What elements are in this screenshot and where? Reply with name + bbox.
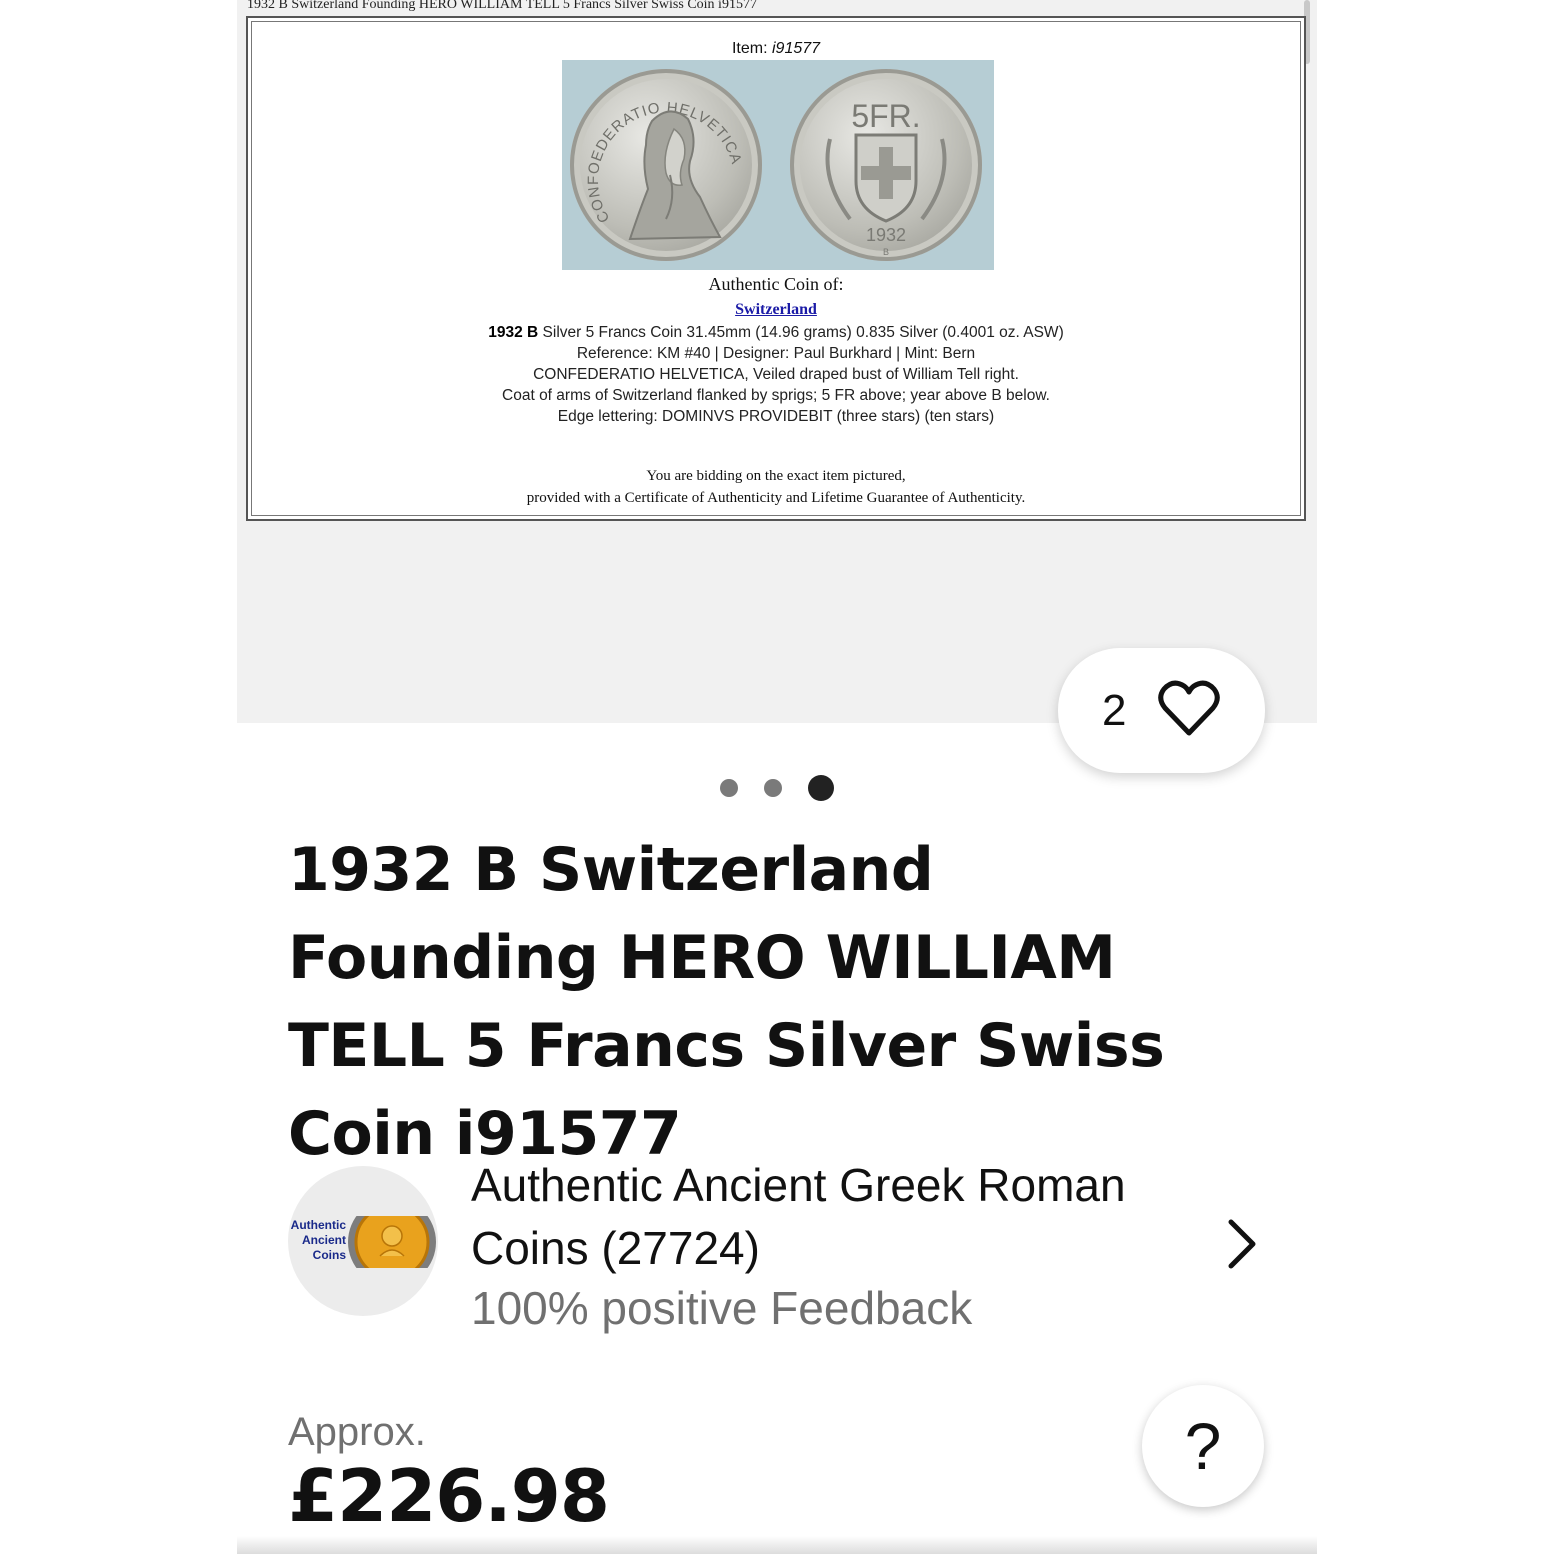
price-approx-label: Approx. (288, 1410, 426, 1454)
desc-year-mint: 1932 B (488, 324, 539, 341)
coin-obverse: CONFOEDERATIO HELVETICA (570, 69, 762, 261)
coin-reverse: 5FR. 1932 B (790, 69, 982, 261)
listing-screen: 1932 B Switzerland Founding HERO WILLIAM… (237, 0, 1317, 1554)
seller-name[interactable]: Authentic Ancient Greek Roman Coins (277… (471, 1154, 1191, 1280)
price-value: £226.98 (288, 1454, 610, 1538)
reverse-mintmark: B (883, 247, 889, 257)
desc-line-2: Reference: KM #40 | Designer: Paul Burkh… (576, 345, 976, 362)
authentic-coin-of: Authentic Coin of: (708, 274, 844, 294)
seller-feedback: 100% positive Feedback (471, 1282, 973, 1334)
coin-description: 1932 B Silver 5 Francs Coin 31.45mm (14.… (252, 322, 1300, 427)
gallery-doc-title: 1932 B Switzerland Founding HERO WILLIAM… (247, 0, 757, 12)
william-tell-bust-icon: CONFOEDERATIO HELVETICA (585, 99, 744, 241)
pagination-dot-3-active[interactable] (808, 775, 834, 801)
listing-title: 1932 B Switzerland Founding HERO WILLIAM… (288, 835, 1165, 1169)
bottom-bar-shadow (237, 1536, 1317, 1554)
pagination-dot-1[interactable] (720, 779, 738, 797)
desc-line-1: 1932 B Silver 5 Francs Coin 31.45mm (14.… (252, 322, 1300, 343)
certificate-image: Item: i91577 CONFOEDERATIO HELVETICA 5FR… (246, 16, 1306, 521)
item-number: i91577 (771, 40, 821, 57)
help-button[interactable]: ? (1142, 1385, 1264, 1507)
desc-line-5: Edge lettering: DOMINVS PROVIDEBIT (thre… (557, 408, 995, 425)
reverse-year: 1932 (866, 225, 906, 245)
country-link[interactable]: Switzerland (252, 301, 1300, 319)
bid-line-1: You are bidding on the exact item pictur… (646, 468, 906, 484)
desc-line-4: Coat of arms of Switzerland flanked by s… (502, 387, 1050, 404)
certificate-frame: Item: i91577 CONFOEDERATIO HELVETICA 5FR… (251, 21, 1301, 516)
desc-line-3: CONFEDERATIO HELVETICA, Veiled draped bu… (533, 366, 1019, 383)
desc-specs: Silver 5 Francs Coin 31.45mm (14.96 gram… (538, 324, 1064, 341)
gold-coin-icon (348, 1216, 436, 1268)
avatar-text-line-2: Ancient (301, 1233, 346, 1247)
swiss-cross-shield-icon: 5FR. 1932 B (825, 98, 947, 257)
heart-icon (1158, 680, 1220, 736)
avatar-text-line-1: Authentic (290, 1218, 346, 1232)
pagination-dot-2[interactable] (764, 779, 782, 797)
seller-avatar[interactable]: Authentic Ancient Coins (288, 1166, 438, 1316)
chevron-right-icon[interactable] (1221, 1216, 1261, 1272)
watch-button[interactable]: 2 (1058, 648, 1265, 773)
reverse-denomination: 5FR. (851, 98, 920, 134)
avatar-text-line-3: Coins (312, 1248, 346, 1262)
bid-line-2: provided with a Certificate of Authentic… (526, 490, 1026, 506)
image-gallery[interactable]: 1932 B Switzerland Founding HERO WILLIAM… (237, 0, 1317, 723)
item-number-line: Item: i91577 (252, 40, 1300, 58)
bid-notice: You are bidding on the exact item pictur… (252, 465, 1300, 509)
image-pagination[interactable] (719, 774, 839, 802)
avatar-logo-text: Authentic Ancient Coins (288, 1218, 346, 1263)
item-label: Item: (731, 40, 768, 57)
coin-photo: CONFOEDERATIO HELVETICA 5FR. 1932 B (562, 60, 994, 270)
watch-count: 2 (1102, 686, 1127, 735)
